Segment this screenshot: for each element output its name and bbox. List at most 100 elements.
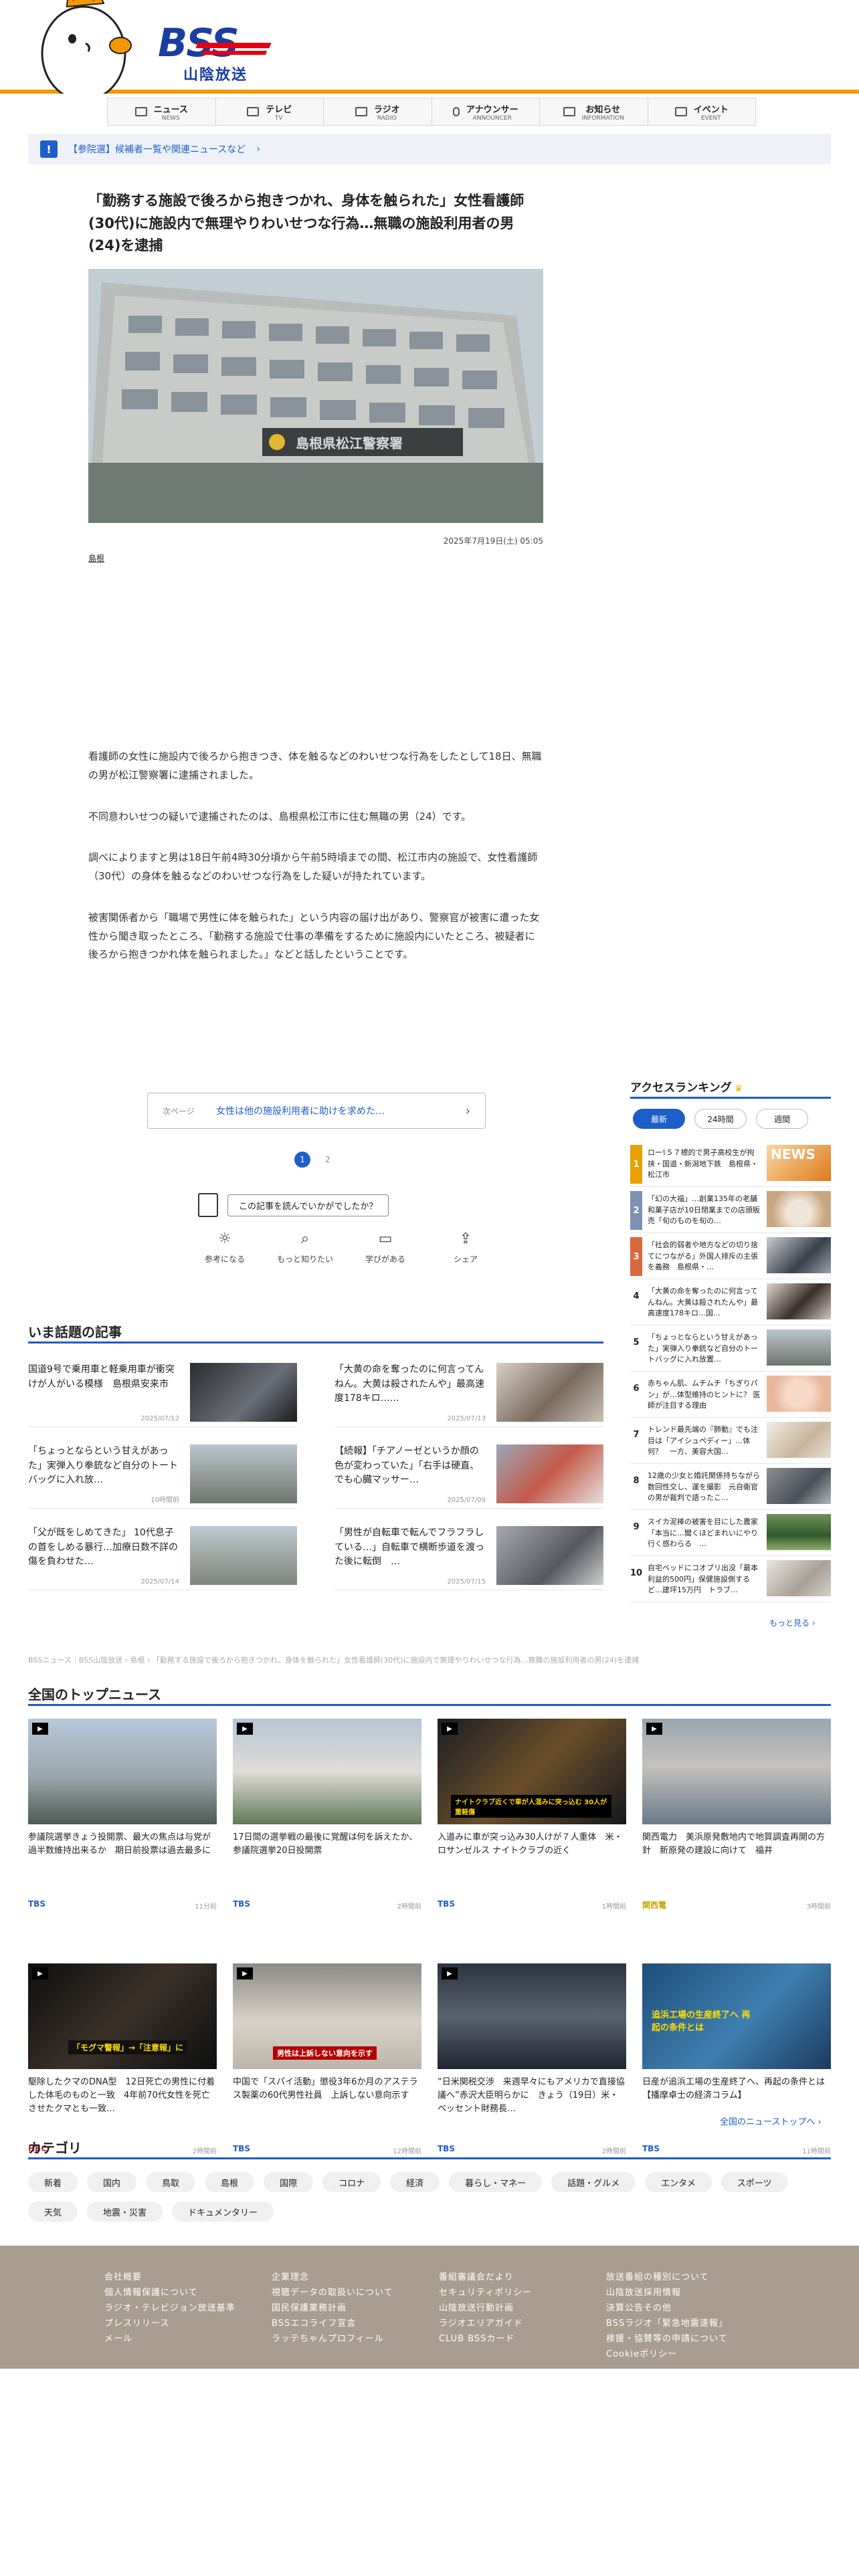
category-chip[interactable]: 話題・グルメ (551, 2172, 636, 2192)
reaction-helpful[interactable]: ☼ 参考になる (198, 1229, 252, 1265)
ranking-item[interactable]: 10 自宅ベッドにコオプリ出没「最本利益的500円」保健施設側するど…建坪15万円… (630, 1556, 831, 1602)
next-page-button[interactable]: 次ページ 女性は他の施設利用者に助けを求めた… › (147, 1093, 486, 1129)
national-news-card[interactable]: ▶ 「モグマ警報」→「注意報」に 駆除したクマのDNA型 12日死亡の男性に付着し… (28, 1963, 217, 2191)
ranking-item[interactable]: 3 「社会的弱者や地方などの切り捨てにつながる」外国人排斥の主張を義務 島根県・… (630, 1233, 831, 1279)
election-notice-banner[interactable]: ! 【参院選】候補者一覧や関連ニュースなど › (28, 134, 831, 165)
reaction-learning[interactable]: ▭ 学びがある (359, 1229, 412, 1265)
ranking-item[interactable]: 1 ローﾘ５７標的で男子高校生が拘挟・国道・新潟地下鉄 島根県・松江市 NEWS (630, 1141, 831, 1187)
news-title: 参議院選挙きょう投開票、最大の焦点は与党が過半数維持出来るか 期日前投票は過去最… (28, 1832, 211, 1856)
breadcrumb[interactable]: BSSニュース｜BSS山陰放送 › 島根 › 「勤務する施設で後ろから抱きつかれ… (28, 1654, 831, 1665)
footer-link[interactable]: 国民保護業務計画 (272, 2300, 393, 2313)
footer-link[interactable]: プレスリリース (104, 2316, 235, 2329)
mascot-logo[interactable] (27, 0, 140, 94)
footer-link[interactable]: BSSエコライフ宣言 (272, 2316, 393, 2329)
crown-icon: ♛ (734, 1083, 743, 1094)
ranking-tab-24h[interactable]: 24時間 (694, 1109, 747, 1129)
nav-news[interactable]: ニュース NEWS (108, 98, 216, 125)
nav-event[interactable]: イベント EVENT (648, 98, 756, 125)
ranking-item-title: トレンド最先端の『肺動』でも注目は「アイシュペディー」…体何？ 一方、美容大国… (648, 1425, 758, 1456)
national-news-card[interactable]: ▶ 17日間の選挙戦の最後に覚醒は何を訴えたか、参議院選挙20日投開票 TBS … (233, 1719, 421, 1946)
reaction-label: シェア (453, 1255, 478, 1264)
national-news-card[interactable]: ▶ ナイトクラブ近くで車が人混みに突っ込む 30人が重軽傷 入道みに車が突っ込み3… (438, 1719, 626, 1946)
footer-link[interactable]: 会社概要 (104, 2270, 235, 2282)
reaction-label: 参考になる (204, 1255, 245, 1264)
footer-link[interactable]: CLUB BSSカード (439, 2331, 532, 2344)
news-source: TBS (233, 2144, 250, 2153)
footer-link[interactable]: 視聴データの取扱いについて (272, 2285, 393, 2298)
police-station-image: 島根県松江警察署 (88, 269, 543, 523)
category-chip[interactable]: 国際 (264, 2172, 314, 2192)
national-news-card[interactable]: 追浜工場の生産終了へ 再起の条件とは 日産が追浜工場の生産終了へ、再起の条件とは… (642, 1963, 831, 2191)
trending-item[interactable]: 国道9号で乗用車と軽乗用車が衝突 けが人がいる模様 島根県安来市 2025/07/… (28, 1363, 297, 1427)
national-news-card[interactable]: ▶ “日米関税交渉 来週早々にもアメリカで直接協議へ”赤沢大臣明らかに きょう（… (438, 1963, 626, 2191)
nav-information[interactable]: お知らせ INFORMATION (540, 98, 648, 125)
reaction-know-more[interactable]: ⌕ もっと知りたい (277, 1229, 333, 1265)
event-icon (674, 107, 687, 116)
trending-item[interactable]: 【続報】「チアノーゼというか顔の色が変わっていた」「右手は硬直、でも心臓マッサー… (335, 1444, 603, 1509)
footer-link[interactable]: Cookieポリシー (606, 2347, 728, 2359)
page-1[interactable]: 1 (294, 1152, 310, 1168)
reaction-share[interactable]: ⇪ シェア (439, 1229, 492, 1265)
footer-link[interactable]: 検援・協賛等の申請について (606, 2331, 728, 2344)
article-tag[interactable]: 島根 (88, 552, 104, 564)
trending-item[interactable]: 「父が既をしめてきた」 10代息子の首をしめる暴行…加療日数不詳の傷を負わせた…… (28, 1526, 297, 1590)
category-chip[interactable]: スポーツ (721, 2172, 788, 2192)
footer-link[interactable]: 番組審議会だより (439, 2270, 532, 2282)
nav-radio[interactable]: ラジオ RADIO (324, 98, 432, 125)
ranking-item[interactable]: 4 「大黄の命を奪ったのに何言ってんねん。大黄は殺されたんや」最高速度178キロ…… (630, 1279, 831, 1325)
trending-item[interactable]: 「大黄の命を奪ったのに何言ってんねん。大黄は殺されたんや」最高速度178キロ……… (335, 1363, 603, 1427)
nav-tv[interactable]: テレビ TV (216, 98, 324, 125)
pagination: 1 2 (294, 1152, 330, 1168)
trending-item[interactable]: 「ちょっとならという甘えがあった」実弾入り拳銃など自分のトートバッグに入れ放… 1… (28, 1444, 297, 1509)
category-chip[interactable]: 地震・災害 (87, 2202, 163, 2222)
category-chip[interactable]: 暮らし・マネー (449, 2172, 543, 2192)
national-news-card[interactable]: ▶ 関西電力 美浜原発敷地内で地質調査再開の方針 新原発の建設に向けて 福井 関… (642, 1719, 831, 1946)
ranking-tab-weekly[interactable]: 週間 (756, 1109, 808, 1129)
page-2[interactable]: 2 (325, 1155, 330, 1164)
news-thumbnail: ▶ 「モグマ警報」→「注意報」に (28, 1963, 217, 2069)
category-chip[interactable]: 鳥取 (146, 2172, 196, 2192)
category-list: 新着 国内 鳥取 島根 国際 コロナ 経済 暮らし・マネー 話題・グルメ エンタ… (28, 2172, 831, 2222)
category-chip[interactable]: コロナ (322, 2172, 381, 2192)
footer-link[interactable]: ラッテちゃんプロフィール (272, 2331, 393, 2344)
footer-link[interactable]: 山陰放送採用情報 (606, 2285, 728, 2298)
category-chip[interactable]: 経済 (390, 2172, 440, 2192)
ranking-item-title: 「大黄の命を奪ったのに何言ってんねん。大黄は殺されたんや」最高速度178キロ…国… (648, 1287, 758, 1317)
section-divider (630, 1097, 831, 1099)
ranking-item[interactable]: 7 トレンド最先端の『肺動』でも注目は「アイシュペディー」…体何？ 一方、美容大国… (630, 1418, 831, 1464)
nav-announcer[interactable]: アナウンサー ANNOUNCER (432, 98, 540, 125)
footer-link[interactable]: ラジオエリアガイド (439, 2316, 532, 2329)
footer-link[interactable]: セキュリティポリシー (439, 2285, 532, 2298)
footer-link[interactable]: BSSラジオ「緊急地震速報」 (606, 2316, 728, 2329)
ranking-more-link[interactable]: もっと見る › (769, 1617, 816, 1628)
category-chip[interactable]: 新着 (28, 2172, 78, 2192)
ranking-item[interactable]: 5 「ちょっとならという甘えがあった」実弾入り拳銃など自分のトートバッグに入れ放置… (630, 1325, 831, 1372)
bss-logo[interactable]: BSS 山陰放送 (155, 20, 276, 84)
footer-link[interactable]: 放送番組の種別について (606, 2270, 728, 2282)
footer-link[interactable]: 決算公告その他 (606, 2300, 728, 2313)
national-news-card[interactable]: ▶ 参議院選挙きょう投開票、最大の焦点は与党が過半数維持出来るか 期日前投票は過… (28, 1719, 217, 1946)
article-headline: 「勤務する施設で後ろから抱きつかれ、身体を触られた」女性看護師(30代)に施設内… (88, 193, 524, 254)
ranking-tab-latest[interactable]: 最新 (633, 1109, 685, 1129)
trending-item[interactable]: 「男性が自転車で転んでフラフラしている…」自転車で横断歩道を渡った後に転倒 … 2… (335, 1526, 603, 1590)
footer-link[interactable]: 山陰放送行動計画 (439, 2300, 532, 2313)
ranking-item[interactable]: 2 「幻の大福」…創業135年の老舗和菓子店が10日閉業までの店頭販売「旬のものを… (630, 1187, 831, 1233)
category-chip[interactable]: 天気 (28, 2202, 78, 2222)
ranking-item-title: ローﾘ５７標的で男子高校生が拘挟・国道・新潟地下鉄 島根県・松江市 (648, 1148, 758, 1179)
footer-link[interactable]: メール (104, 2331, 235, 2344)
ranking-item[interactable]: 8 12歳の少女と婚託関係持ちながら数回性交し、運を撮影 元自衛官の男が裁判で語っ… (630, 1464, 831, 1510)
category-chip[interactable]: ドキュメンタリー (172, 2202, 274, 2222)
category-chip[interactable]: 国内 (87, 2172, 137, 2192)
category-chip[interactable]: 島根 (205, 2172, 255, 2192)
category-chip[interactable]: エンタメ (645, 2172, 712, 2192)
footer-link[interactable]: 企業理念 (272, 2270, 393, 2282)
ranking-item[interactable]: 9 スイカ泥棒の被害を目にした農家「本当に…聞くほどまれいにやり行く感わらる … (630, 1510, 831, 1556)
rank-number: 3 (630, 1237, 642, 1276)
footer-link[interactable]: ラジオ・テレビジョン放送基準 (104, 2300, 235, 2313)
news-date: 11分前 (195, 1903, 217, 1911)
footer-link[interactable]: 個人情報保護について (104, 2285, 235, 2298)
national-news-card[interactable]: ▶ 男性は上訴しない意向を示す 中国で「スパイ活動」懲役3年6か月のアステラス製薬… (233, 1963, 421, 2191)
national-news-more-link[interactable]: 全国のニューストップへ › (720, 2115, 822, 2127)
news-title: 中国で「スパイ活動」懲役3年6か月のアステラス製薬の60代男性社員 上訴しない意… (233, 2077, 418, 2101)
ranking-item[interactable]: 6 赤ちゃん肌、ムチムチ「ちぎりパン」が…体型維持のヒントに？ 医師が注目する理由 (630, 1372, 831, 1418)
